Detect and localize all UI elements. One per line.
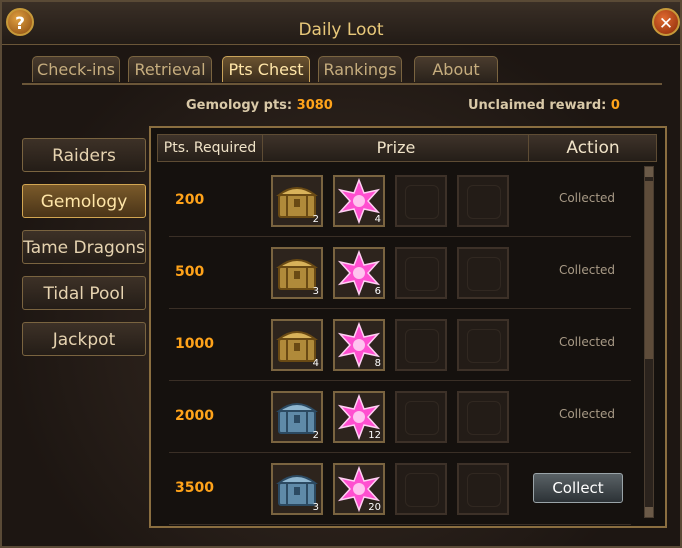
empty-reward-slot: [457, 391, 509, 443]
empty-reward-slot: [457, 247, 509, 299]
empty-slot-pattern: [405, 329, 439, 363]
window-title: Daily Loot: [298, 20, 384, 40]
pts-required-value: 3500: [175, 480, 214, 496]
empty-slot-pattern: [405, 257, 439, 291]
reward-slot-chest[interactable]: 2: [271, 175, 323, 227]
empty-slot-pattern: [467, 185, 501, 219]
table-header: Pts. Required Prize Action: [157, 134, 657, 162]
item-quantity: 3: [312, 502, 319, 513]
header-prize: Prize: [262, 135, 529, 161]
empty-slot-pattern: [405, 185, 439, 219]
daily-loot-window: ? Daily Loot ✕ Check-ins Retrieval Pts C…: [0, 0, 682, 548]
reward-slot-chest[interactable]: 4: [271, 319, 323, 371]
sidebar-item-tidal-pool[interactable]: Tidal Pool: [22, 276, 146, 310]
empty-slot-pattern: [467, 401, 501, 435]
collect-button[interactable]: Collect: [533, 473, 623, 503]
tab-check-ins[interactable]: Check-ins: [32, 56, 120, 82]
empty-reward-slot: [395, 391, 447, 443]
item-quantity: 4: [312, 358, 319, 369]
sidebar-item-tame-dragons[interactable]: Tame Dragons: [22, 230, 146, 264]
collected-status: Collected: [558, 407, 616, 421]
tab-retrieval[interactable]: Retrieval: [128, 56, 212, 82]
header-pts-required: Pts. Required: [163, 140, 257, 156]
reward-slot-gem[interactable]: 6: [333, 247, 385, 299]
item-quantity: 20: [368, 502, 381, 513]
pts-required-value: 500: [175, 264, 205, 280]
reward-slot-chest[interactable]: 3: [271, 247, 323, 299]
empty-reward-slot: [395, 463, 447, 515]
empty-reward-slot: [395, 247, 447, 299]
title-bar: ? Daily Loot ✕: [2, 2, 680, 45]
table-row: 2000 2 12 Collected: [169, 382, 631, 453]
item-quantity: 8: [374, 358, 381, 369]
table-row: 200 2 4 Collected: [169, 166, 631, 237]
empty-slot-pattern: [467, 257, 501, 291]
unclaimed-reward: Unclaimed reward: 0: [468, 98, 620, 113]
scroll-thumb[interactable]: [645, 181, 653, 359]
table-row: 500 3 6 Collected: [169, 238, 631, 309]
tab-about[interactable]: About: [414, 56, 498, 82]
empty-reward-slot: [457, 175, 509, 227]
collected-status: Collected: [558, 335, 616, 349]
empty-reward-slot: [395, 175, 447, 227]
reward-slot-gem[interactable]: 4: [333, 175, 385, 227]
item-quantity: 6: [374, 286, 381, 297]
tab-divider: [22, 83, 662, 85]
gemology-points: Gemology pts: 3080: [186, 98, 333, 113]
close-button[interactable]: ✕: [652, 8, 680, 36]
gemology-value: 3080: [296, 98, 333, 113]
item-quantity: 2: [312, 430, 319, 441]
reward-slot-gem[interactable]: 20: [333, 463, 385, 515]
item-quantity: 3: [312, 286, 319, 297]
tab-rankings[interactable]: Rankings: [318, 56, 402, 82]
item-quantity: 2: [312, 214, 319, 225]
scroll-down-arrow[interactable]: [645, 507, 653, 517]
pts-required-value: 2000: [175, 408, 214, 424]
collected-status: Collected: [558, 191, 616, 205]
sidebar-item-jackpot[interactable]: Jackpot: [22, 322, 146, 356]
scrollbar[interactable]: [644, 166, 654, 518]
tab-pts-chest[interactable]: Pts Chest: [222, 56, 310, 82]
sidebar-item-raiders[interactable]: Raiders: [22, 138, 146, 172]
empty-reward-slot: [457, 463, 509, 515]
reward-slot-chest[interactable]: 3: [271, 463, 323, 515]
empty-slot-pattern: [467, 329, 501, 363]
pts-required-value: 200: [175, 192, 205, 208]
empty-reward-slot: [395, 319, 447, 371]
collected-status: Collected: [558, 263, 616, 277]
header-action: Action: [528, 135, 657, 161]
item-quantity: 4: [374, 214, 381, 225]
sidebar-item-gemology[interactable]: Gemology: [22, 184, 146, 218]
reward-slot-gem[interactable]: 12: [333, 391, 385, 443]
empty-reward-slot: [457, 319, 509, 371]
scroll-up-arrow[interactable]: [645, 167, 653, 177]
table-row: 3500 3 20 Collect: [169, 454, 631, 525]
empty-slot-pattern: [405, 473, 439, 507]
pts-required-value: 1000: [175, 336, 214, 352]
reward-slot-chest[interactable]: 2: [271, 391, 323, 443]
reward-slot-gem[interactable]: 8: [333, 319, 385, 371]
unclaimed-value: 0: [610, 98, 620, 113]
empty-slot-pattern: [467, 473, 501, 507]
empty-slot-pattern: [405, 401, 439, 435]
item-quantity: 12: [368, 430, 381, 441]
unclaimed-label: Unclaimed reward:: [468, 98, 607, 113]
reward-panel: Pts. Required Prize Action 200 2 4 Collecte…: [149, 126, 667, 528]
gemology-label: Gemology pts:: [186, 98, 293, 113]
table-row: 1000 4 8 Collected: [169, 310, 631, 381]
